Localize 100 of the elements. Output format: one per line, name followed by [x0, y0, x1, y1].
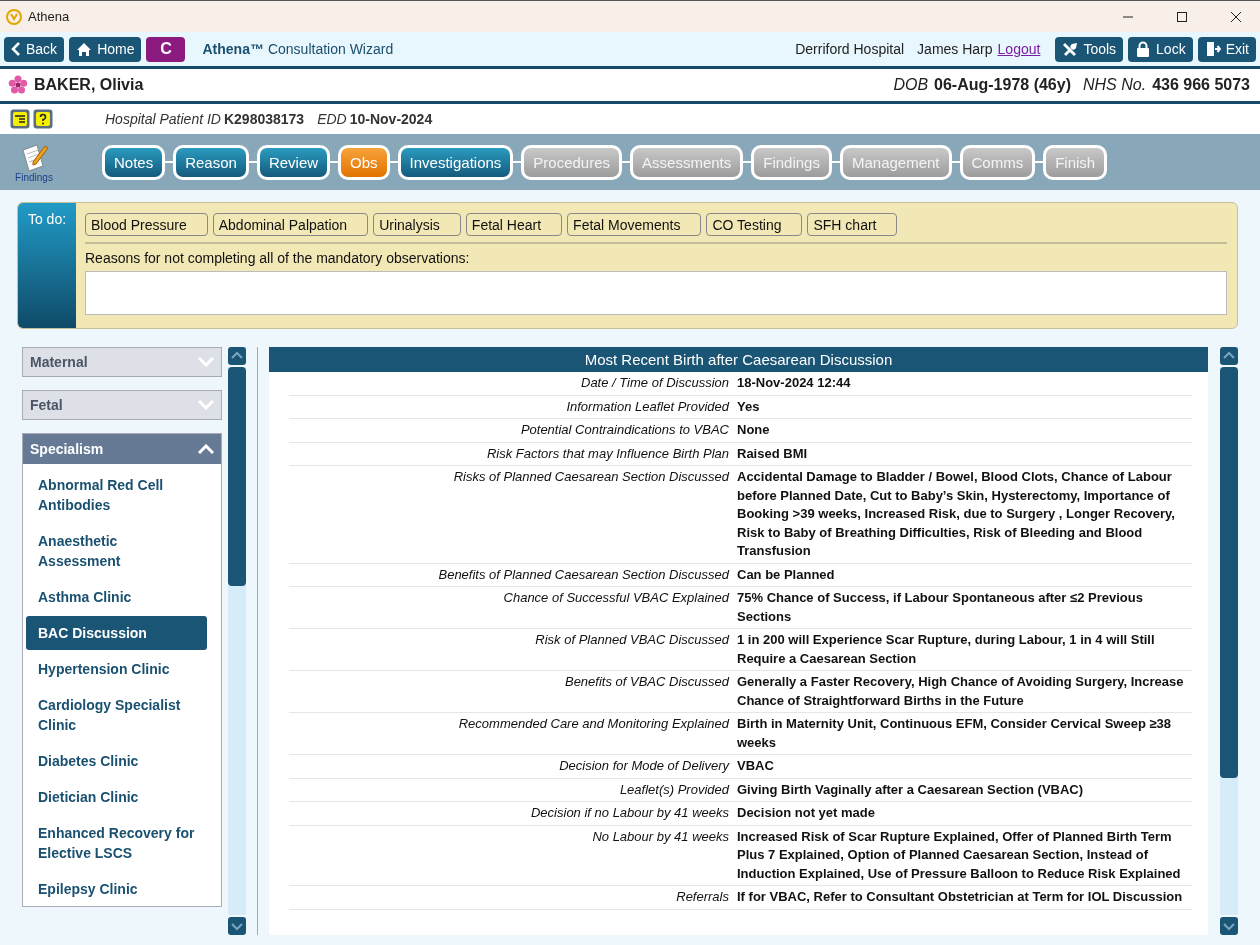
field-value: If for VBAC, Refer to Consultant Obstetrician at Term for IOL Discussion: [737, 888, 1184, 906]
help-icon[interactable]: [33, 109, 53, 129]
sidebar-item[interactable]: Diabetes Clinic: [26, 744, 207, 778]
section-label: Specialism: [30, 441, 104, 457]
back-button[interactable]: Back: [4, 36, 65, 62]
exit-icon: [1204, 41, 1221, 57]
todo-chip[interactable]: Fetal Heart: [465, 213, 563, 236]
reasons-label: Reasons for not completing all of the mandatory observations:: [85, 250, 471, 266]
sidebar-item[interactable]: Abnormal Red Cell Antibodies: [26, 468, 207, 522]
notepad-pencil-icon[interactable]: [19, 141, 49, 172]
tools-icon: [1062, 41, 1079, 57]
field-value: 75% Chance of Success, if Labour Spontaneous after ≤2 Previous Sections: [737, 589, 1144, 626]
dob-label: DOB: [893, 76, 929, 94]
field-label: Date / Time of Discussion: [580, 374, 729, 392]
todo-chip[interactable]: Urinalysis: [373, 213, 461, 236]
sidebar-item[interactable]: Asthma Clinic: [26, 580, 207, 614]
reasons-field[interactable]: [85, 271, 1227, 315]
home-button[interactable]: Home: [69, 36, 142, 62]
todo-chip[interactable]: Fetal Movements: [567, 213, 702, 236]
close-icon[interactable]: [1230, 10, 1242, 23]
field-value: Giving Birth Vaginally after a Caesarean Section (VBAC): [737, 780, 1085, 799]
field-label: No Labour by 41 weeks: [591, 827, 729, 846]
section-header[interactable]: Maternal: [22, 347, 222, 377]
todo-title: To do:: [18, 203, 76, 328]
lock-button[interactable]: Lock: [1128, 36, 1193, 62]
app-logo-icon: [6, 8, 22, 25]
tools-button[interactable]: Tools: [1055, 36, 1124, 62]
maximize-icon[interactable]: [1176, 10, 1188, 23]
edd-label: EDD: [317, 111, 347, 127]
section-label: Fetal: [30, 397, 63, 413]
app-subtitle: Consultation Wizard: [267, 41, 394, 57]
field-label: Decision for Mode of Delivery: [558, 757, 729, 775]
field-label: Leaflet(s) Provided: [618, 780, 729, 799]
todo-chip[interactable]: SFH chart: [807, 213, 898, 236]
chevron-left-icon: [11, 41, 21, 57]
chevron-up-icon: [198, 444, 214, 454]
section-label: Maternal: [30, 354, 88, 370]
section-title: Most Recent Birth after Caesarean Discussion: [269, 347, 1208, 372]
field-value: Decision not yet made: [737, 804, 876, 822]
field-label: Benefits of Planned Caesarean Section Discussed: [437, 565, 729, 584]
field-value: None: [737, 421, 771, 439]
logout-link[interactable]: Logout: [997, 41, 1041, 57]
nhs-value: 436 966 5073: [1152, 76, 1250, 94]
home-icon: [76, 41, 93, 57]
chevron-down-icon: [198, 400, 214, 410]
window-title: Athena: [28, 9, 70, 24]
scroll-down-icon[interactable]: [228, 917, 246, 935]
dob-value: 06-Aug-1978 (46y): [934, 76, 1071, 94]
field-value: Can be Planned: [737, 565, 836, 584]
sidebar-item[interactable]: Epilepsy Clinic: [26, 872, 207, 906]
step-tab[interactable]: Review: [256, 144, 331, 180]
help-list-icon[interactable]: [10, 109, 30, 129]
field-value: Accidental Damage to Bladder / Bowel, Blood Clots, Chance of Labour before Planned Date, Cut to Baby’s Skin, Hysterectomy, Importance of Booking >39 weeks, Increased Risk, due to Surgery , Longer Recovery, Risk to Baby of Breathing Difficulties, Risk of Bleeding and Blood Transfusion: [737, 468, 1176, 560]
edd-value: 10-Nov-2024: [349, 111, 433, 127]
step-tab[interactable]: Reason: [173, 144, 249, 180]
sidebar-item[interactable]: Cardiology Specialist Clinic: [26, 688, 207, 742]
field-value: VBAC: [737, 757, 775, 775]
hospital-id-label: Hospital Patient ID: [105, 111, 221, 127]
findings-label: Findings: [15, 171, 53, 183]
scroll-up-icon[interactable]: [1220, 347, 1238, 365]
hospital-name: Derriford Hospital: [795, 41, 905, 57]
field-value: Generally a Faster Recovery, High Chance of Avoiding Surgery, Increase Chance of Straightforward Births in the Future: [737, 673, 1185, 710]
field-label: Risk Factors that may Influence Birth Plan: [485, 444, 729, 463]
field-value: 18-Nov-2024 12:44: [737, 374, 852, 392]
exit-button[interactable]: Exit: [1197, 36, 1256, 62]
sidebar-item[interactable]: Anaesthetic Assessment: [26, 524, 207, 578]
c-button[interactable]: C: [146, 36, 186, 62]
hospital-id-value: K298038173: [223, 111, 305, 127]
field-label: Potential Contraindications to VBAC: [519, 421, 729, 439]
step-tab[interactable]: Notes: [102, 144, 166, 180]
scrollbar-thumb[interactable]: [228, 367, 246, 587]
lock-icon: [1135, 41, 1152, 57]
sidebar-item[interactable]: Hypertension Clinic: [26, 652, 207, 686]
sidebar-item[interactable]: Enhanced Recovery for Elective LSCS: [26, 816, 207, 870]
todo-chip[interactable]: Blood Pressure: [85, 213, 208, 236]
section-header[interactable]: Fetal: [22, 390, 222, 420]
field-label: Benefits of VBAC Discussed: [563, 673, 729, 691]
sidebar-item[interactable]: Dietician Clinic: [26, 780, 207, 814]
field-label: Referrals: [675, 888, 729, 906]
field-value: Increased Risk of Scar Rupture Explained, Offer of Planned Birth Term Plus 7 Explained, Option of Planned Caesarean Section, Instead of Induction Explained, Use of Pressure Balloon to Reduce Risk Explained: [737, 827, 1182, 883]
field-label: Chance of Successful VBAC Explained: [502, 589, 729, 607]
todo-chip[interactable]: Abdominal Palpation: [212, 213, 369, 236]
patient-name: BAKER, Olivia: [34, 76, 144, 94]
nhs-label: NHS No.: [1083, 76, 1147, 94]
step-tab[interactable]: Investigations: [397, 144, 514, 180]
scroll-down-icon[interactable]: [1220, 917, 1238, 935]
field-value: Birth in Maternity Unit, Continuous EFM, Consider Cervical Sweep ≥38 weeks: [737, 715, 1173, 752]
section-header[interactable]: Specialism: [23, 434, 221, 464]
todo-chip[interactable]: CO Testing: [706, 213, 803, 236]
scrollbar-thumb[interactable]: [1220, 367, 1238, 778]
sidebar-item[interactable]: BAC Discussion: [26, 616, 207, 650]
field-label: Information Leaflet Provided: [565, 397, 729, 416]
field-label: Risk of Planned VBAC Discussed: [534, 631, 729, 649]
field-label: Recommended Care and Monitoring Explained: [457, 715, 729, 733]
scroll-up-icon[interactable]: [228, 347, 246, 365]
field-value: 1 in 200 will Experience Scar Rupture, during Labour, 1 in 4 will Still Require a Caesarean Section: [737, 631, 1156, 668]
flower-icon: [8, 75, 28, 95]
field-label: Risks of Planned Caesarean Section Discussed: [452, 468, 729, 486]
chevron-down-icon: [198, 357, 214, 367]
field-value: Raised BMI: [737, 444, 809, 463]
